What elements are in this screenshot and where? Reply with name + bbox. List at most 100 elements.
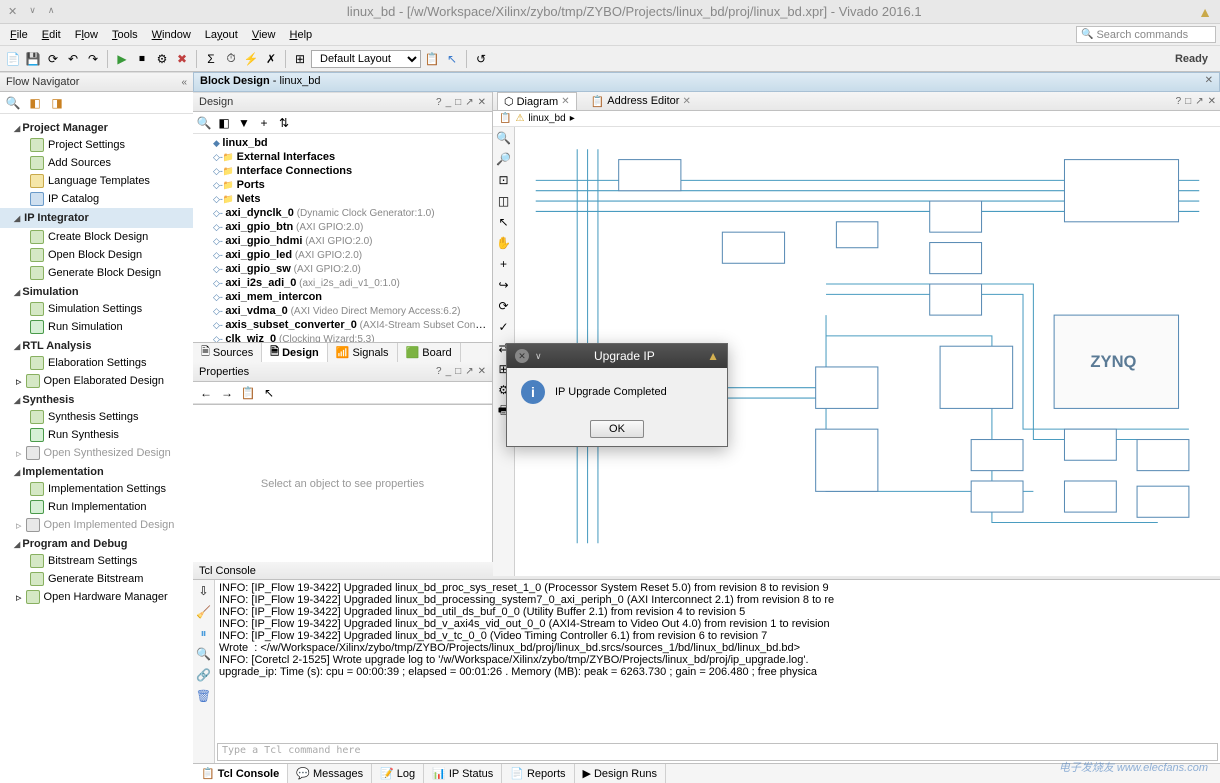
breadcrumb[interactable]: linux_bd — [528, 113, 565, 124]
redo-icon[interactable]: ↷ — [84, 50, 102, 68]
zoom-in-icon[interactable]: 🔍 — [495, 129, 513, 147]
expand-all-icon[interactable]: ◨ — [48, 94, 66, 112]
tab-address-editor[interactable]: 📋 Address Editor ✕ — [585, 93, 697, 110]
layout-select[interactable]: Default Layout — [311, 50, 421, 68]
save-icon[interactable]: 💾 — [24, 50, 42, 68]
design-tree-row[interactable]: Ports — [195, 178, 490, 192]
scroll-lock-icon[interactable]: ⇩ — [195, 582, 213, 600]
pointer-icon[interactable]: ↖ — [260, 384, 278, 402]
add-ip-icon[interactable]: + — [495, 255, 513, 273]
nav-item[interactable]: ▹ Open Hardware Manager — [0, 588, 193, 606]
trash-icon[interactable]: 🗑 — [195, 687, 213, 705]
zoom-out-icon[interactable]: 🔎 — [495, 150, 513, 168]
nav-item[interactable]: Generate Block Design — [0, 264, 193, 282]
make-ext-icon[interactable]: ↪ — [495, 276, 513, 294]
select-icon[interactable]: ↖ — [495, 213, 513, 231]
nav-section[interactable]: IP Integrator — [0, 208, 193, 228]
restore-icon[interactable]: ↺ — [472, 50, 490, 68]
restore-icon[interactable]: ↗ — [465, 97, 473, 108]
design-tree-row[interactable]: axis_subset_converter_0 (AXI4-Stream Sub… — [195, 318, 490, 332]
nav-item[interactable]: Run Synthesis — [0, 426, 193, 444]
nav-item[interactable]: Language Templates — [0, 172, 193, 190]
nav-item[interactable]: Simulation Settings — [0, 300, 193, 318]
tab-sources[interactable]: 🗎 Sources — [193, 343, 262, 362]
menu-view[interactable]: View — [246, 27, 282, 43]
nav-item[interactable]: Project Settings — [0, 136, 193, 154]
pan-icon[interactable]: ✋ — [495, 234, 513, 252]
sort-icon[interactable]: ⇅ — [275, 114, 293, 132]
help-icon[interactable]: ? — [436, 366, 442, 377]
nav-item[interactable]: Elaboration Settings — [0, 354, 193, 372]
tab-design-runs[interactable]: ▶ Design Runs — [575, 764, 666, 783]
tab-diagram[interactable]: ⬡ Diagram ✕ — [497, 92, 577, 110]
nav-item[interactable]: Generate Bitstream — [0, 570, 193, 588]
close-icon[interactable]: ✕ — [1208, 96, 1216, 107]
new-icon[interactable]: 📄 — [4, 50, 22, 68]
tab-signals[interactable]: 📶 Signals — [328, 343, 398, 362]
tab-design[interactable]: 🗎 Design — [262, 343, 328, 362]
menu-window[interactable]: Window — [146, 27, 197, 43]
minimize-icon[interactable]: _ — [446, 97, 452, 108]
nav-item[interactable]: Implementation Settings — [0, 480, 193, 498]
link-icon[interactable]: 🔗 — [195, 666, 213, 684]
help-icon[interactable]: ? — [436, 97, 442, 108]
sync-icon[interactable]: 📋 — [239, 384, 257, 402]
menu-flow[interactable]: Flow — [69, 27, 104, 43]
tab-ip-status[interactable]: 📊 IP Status — [424, 764, 502, 783]
design-tree-row[interactable]: axi_vdma_0 (AXI Video Direct Memory Acce… — [195, 304, 490, 318]
nav-section[interactable]: Simulation — [0, 282, 193, 300]
help-icon[interactable]: ? — [1176, 96, 1182, 107]
design-tree-row[interactable]: axi_gpio_hdmi (AXI GPIO:2.0) — [195, 234, 490, 248]
nav-section[interactable]: Project Manager — [0, 118, 193, 136]
dialog-expand-icon[interactable]: ∨ — [535, 351, 542, 362]
zoom-sel-icon[interactable]: ◫ — [495, 192, 513, 210]
refresh-icon[interactable]: ⟳ — [44, 50, 62, 68]
pause-icon[interactable]: ⏸ — [195, 624, 213, 642]
nav-item[interactable]: Open Block Design — [0, 246, 193, 264]
menu-edit[interactable]: Edit — [36, 27, 67, 43]
expand-icon[interactable]: ∨ — [29, 5, 36, 18]
nav-section[interactable]: RTL Analysis — [0, 336, 193, 354]
nav-section[interactable]: Implementation — [0, 462, 193, 480]
close-bd-icon[interactable]: ✕ — [1205, 75, 1213, 86]
layout-icon[interactable]: ⊞ — [291, 50, 309, 68]
restore-icon[interactable]: ↗ — [465, 366, 473, 377]
design-tree-row[interactable]: clk_wiz_0 (Clocking Wizard:5.3) — [195, 332, 490, 342]
design-tree-row[interactable]: linux_bd — [195, 136, 490, 150]
design-tree-row[interactable]: axi_dynclk_0 (Dynamic Clock Generator:1.… — [195, 206, 490, 220]
tab-reports[interactable]: 📄 Reports — [502, 764, 574, 783]
nav-item[interactable]: ▹ Open Elaborated Design — [0, 372, 193, 390]
tab-tcl-console[interactable]: 📋 Tcl Console — [193, 764, 288, 783]
close-icon[interactable]: ✕ — [8, 5, 17, 18]
collapse-icon[interactable]: ◧ — [215, 114, 233, 132]
close-tab-icon[interactable]: ✕ — [682, 96, 690, 107]
back-icon[interactable]: ← — [197, 384, 215, 402]
power-icon[interactable]: ⚡ — [242, 50, 260, 68]
maximize-icon[interactable]: □ — [1185, 96, 1191, 107]
x-icon[interactable]: ✗ — [262, 50, 280, 68]
minimize-icon[interactable]: _ — [446, 366, 452, 377]
design-tree-row[interactable]: Nets — [195, 192, 490, 206]
tab-log[interactable]: 📝 Log — [372, 764, 424, 783]
design-tree-row[interactable]: axi_mem_intercon — [195, 290, 490, 304]
sum-icon[interactable]: Σ — [202, 50, 220, 68]
nav-item[interactable]: IP Catalog — [0, 190, 193, 208]
nav-item[interactable]: Synthesis Settings — [0, 408, 193, 426]
menu-file[interactable]: File — [4, 27, 34, 43]
tab-board[interactable]: 🟩 Board — [398, 343, 461, 362]
menu-help[interactable]: Help — [284, 27, 319, 43]
close-tab-icon[interactable]: ✕ — [561, 96, 569, 107]
collapse-all-icon[interactable]: ◧ — [26, 94, 44, 112]
nav-collapse-icon[interactable]: « — [181, 77, 187, 88]
restore-icon[interactable]: ↗ — [1195, 96, 1203, 107]
add-icon[interactable]: + — [255, 114, 273, 132]
design-tree-row[interactable]: axi_i2s_adi_0 (axi_i2s_adi_v1_0:1.0) — [195, 276, 490, 290]
clear-icon[interactable]: 🧹 — [195, 603, 213, 621]
clock-icon[interactable]: ⏱ — [222, 50, 240, 68]
nav-item[interactable]: Add Sources — [0, 154, 193, 172]
menu-tools[interactable]: Tools — [106, 27, 144, 43]
zoom-fit-icon[interactable]: ⊡ — [495, 171, 513, 189]
filter-icon[interactable]: ▼ — [235, 114, 253, 132]
nav-section[interactable]: Program and Debug — [0, 534, 193, 552]
close-icon[interactable]: ✕ — [478, 366, 486, 377]
